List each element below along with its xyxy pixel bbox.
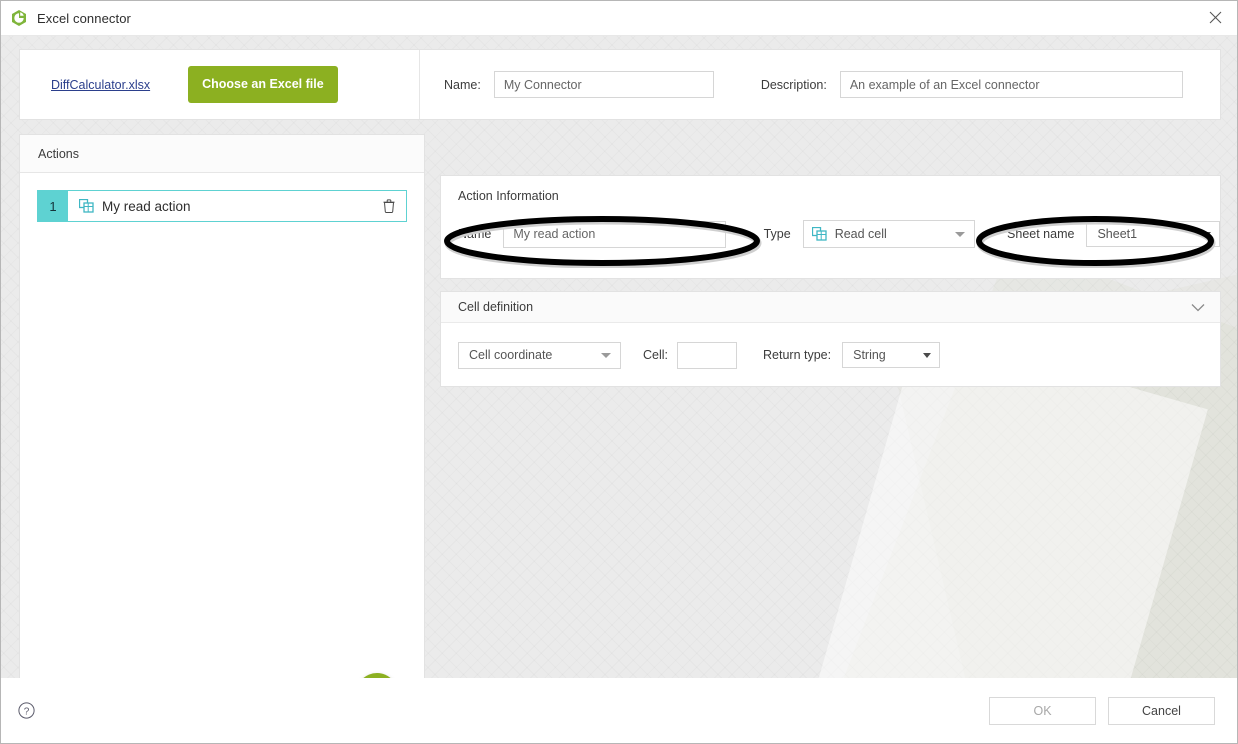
cell-definition-header[interactable]: Cell definition <box>441 292 1220 323</box>
action-type-label: Type <box>764 227 791 241</box>
chevron-down-icon <box>1203 232 1211 237</box>
action-name-label: Name <box>458 227 491 241</box>
sheet-name-value: Sheet1 <box>1097 227 1137 241</box>
trash-icon[interactable] <box>372 191 406 221</box>
chevron-down-icon[interactable] <box>1191 303 1205 312</box>
chevron-down-icon <box>923 353 931 358</box>
cell-label: Cell: <box>643 348 668 362</box>
action-information-title: Action Information <box>458 189 1220 203</box>
cell-coordinate-value: Cell coordinate <box>469 348 552 362</box>
dialog-footer: ? OK Cancel <box>1 678 1237 743</box>
action-information-row: Name Type Read cell Sheet <box>441 220 1220 248</box>
dialog-body: DiffCalculator.xlsx Choose an Excel file… <box>1 36 1237 678</box>
action-list-item-label: My read action <box>99 191 372 221</box>
connector-header-card: DiffCalculator.xlsx Choose an Excel file… <box>19 49 1221 120</box>
question-mark-icon[interactable]: ? <box>18 702 35 719</box>
cell-coordinate-select[interactable]: Cell coordinate <box>458 342 621 369</box>
cancel-button[interactable]: Cancel <box>1108 697 1215 725</box>
chevron-down-icon <box>955 232 965 237</box>
cell-input[interactable] <box>677 342 737 369</box>
excel-connector-dialog: Excel connector DiffCalculator.xlsx Choo… <box>0 0 1238 744</box>
read-cell-icon <box>73 191 99 221</box>
return-type-label: Return type: <box>763 348 831 362</box>
connector-description-input[interactable] <box>840 71 1183 98</box>
footer-buttons: OK Cancel <box>989 697 1215 725</box>
excel-file-link[interactable]: DiffCalculator.xlsx <box>51 78 150 92</box>
ok-button[interactable]: OK <box>989 697 1096 725</box>
action-list-item[interactable]: 1 My read action <box>37 190 407 222</box>
cell-definition-card: Cell definition Cell coordinate Cell: Re… <box>440 291 1221 387</box>
action-type-select[interactable]: Read cell <box>803 220 975 248</box>
hexagon-logo-icon <box>10 9 28 27</box>
choose-excel-file-button[interactable]: Choose an Excel file <box>188 66 338 103</box>
sheet-name-select[interactable]: Sheet1 <box>1086 221 1220 247</box>
title-bar: Excel connector <box>1 1 1237 36</box>
cell-definition-title: Cell definition <box>458 300 533 314</box>
return-type-value: String <box>853 348 886 362</box>
read-cell-icon <box>812 227 827 241</box>
return-type-select[interactable]: String <box>842 342 940 368</box>
action-information-card: Action Information Name Type Read cell <box>440 175 1221 279</box>
window-title: Excel connector <box>37 11 131 26</box>
connector-meta-section: Name: Description: <box>420 71 1220 98</box>
actions-panel: Actions 1 My read action <box>19 134 425 678</box>
connector-description-label: Description: <box>761 78 827 92</box>
file-section: DiffCalculator.xlsx Choose an Excel file <box>20 50 420 119</box>
actions-list: 1 My read action <box>20 173 424 655</box>
cell-definition-body: Cell coordinate Cell: Return type: Strin… <box>441 323 1220 387</box>
action-index-badge: 1 <box>38 191 68 221</box>
action-type-value: Read cell <box>835 227 887 241</box>
connector-name-input[interactable] <box>494 71 714 98</box>
sheet-name-label: Sheet name <box>1007 227 1074 241</box>
svg-text:?: ? <box>24 706 30 717</box>
connector-name-label: Name: <box>444 78 481 92</box>
close-icon[interactable] <box>1194 1 1237 34</box>
actions-panel-header: Actions <box>20 135 424 173</box>
actions-list-footer <box>20 655 424 678</box>
chevron-down-icon <box>601 353 611 358</box>
action-name-input[interactable] <box>503 221 725 248</box>
